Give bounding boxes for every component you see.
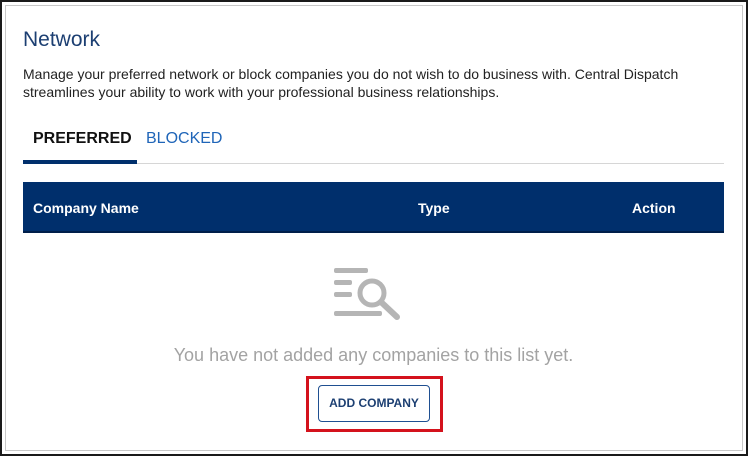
window-frame: Network Manage your preferred network or… — [0, 0, 748, 456]
page-title: Network — [23, 28, 101, 51]
table-header: Company Name Type Action — [23, 182, 724, 233]
tab-blocked[interactable]: BLOCKED — [146, 126, 222, 164]
column-header-company-name: Company Name — [33, 200, 139, 216]
tab-bar: PREFERRED BLOCKED — [23, 126, 724, 164]
empty-state-message: You have not added any companies to this… — [173, 345, 574, 365]
tab-preferred[interactable]: PREFERRED — [23, 126, 137, 164]
list-search-icon — [334, 268, 400, 320]
add-company-button[interactable]: ADD COMPANY — [318, 385, 430, 422]
column-header-action: Action — [632, 200, 676, 216]
column-header-type: Type — [418, 200, 450, 216]
page-description: Manage your preferred network or block c… — [23, 66, 679, 100]
